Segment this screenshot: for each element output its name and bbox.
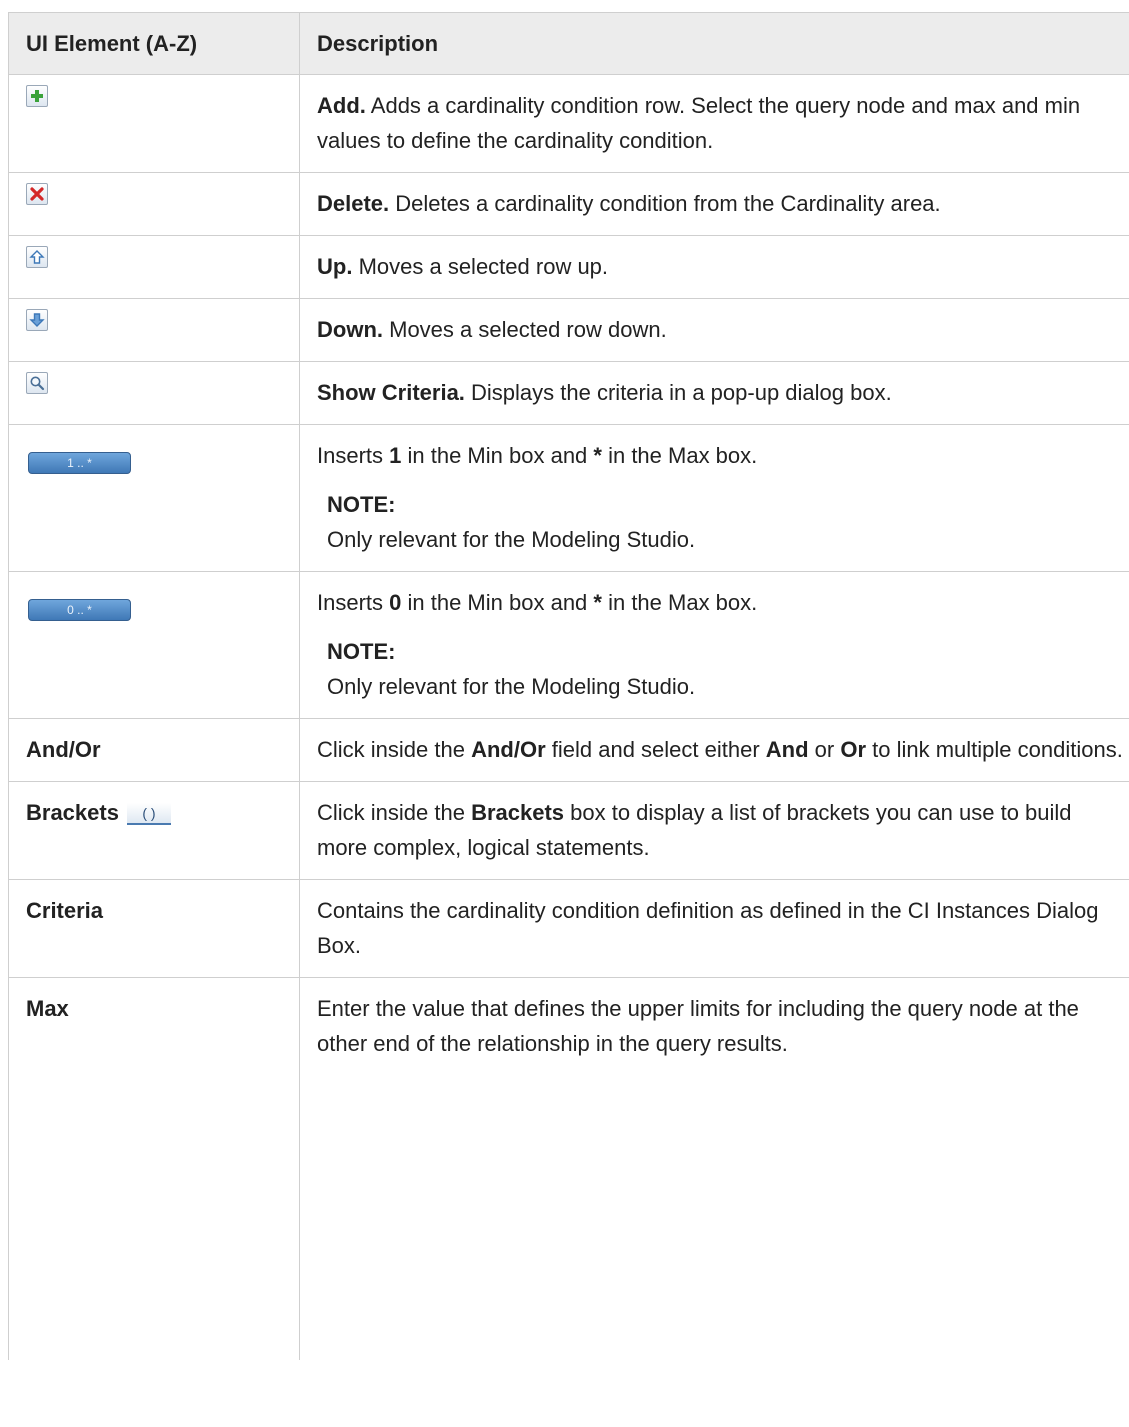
ui-elements-table: UI Element (A-Z) Description Add. Adds a… [8, 12, 1129, 1360]
delete-x-icon[interactable] [26, 183, 48, 205]
table-row: Up. Moves a selected row up. [8, 235, 1129, 299]
text-part: in the Max box. [601, 590, 758, 615]
arrow-up-icon[interactable] [26, 246, 48, 268]
row-title: Down. [317, 317, 383, 342]
brackets-button[interactable]: ( ) [126, 803, 171, 825]
description-cell: Add. Adds a cardinality condition row. S… [299, 74, 1129, 173]
bold-value: And [765, 737, 809, 762]
description-cell: Up. Moves a selected row up. [299, 235, 1129, 299]
table-row: Add. Adds a cardinality condition row. S… [8, 74, 1129, 173]
description-cell: Enter the value that defines the upper l… [299, 977, 1129, 1360]
description-cell: Contains the cardinality condition defin… [299, 879, 1129, 978]
text-part: field and select either [545, 737, 766, 762]
description-cell: Down. Moves a selected row down. [299, 298, 1129, 362]
header-ui-element: UI Element (A-Z) [8, 12, 300, 75]
magnifier-icon[interactable] [26, 372, 48, 394]
description-cell: Delete. Deletes a cardinality condition … [299, 172, 1129, 236]
ui-element-cell [8, 74, 300, 173]
element-label: Criteria [26, 898, 104, 923]
table-row: Down. Moves a selected row down. [8, 298, 1129, 362]
arrow-down-icon[interactable] [26, 309, 48, 331]
description-cell: Click inside the And/Or field and select… [299, 718, 1129, 782]
table-row: And/Or Click inside the And/Or field and… [8, 718, 1129, 782]
table-row: Criteria Contains the cardinality condit… [8, 879, 1129, 978]
row-text: Deletes a cardinality condition from the… [389, 191, 941, 216]
bold-value: 1 [389, 443, 402, 468]
text-part: in the Min box and [401, 443, 594, 468]
row-text: Adds a cardinality condition row. Select… [317, 93, 1081, 153]
bold-value: * [593, 443, 602, 468]
ui-element-cell: And/Or [8, 718, 300, 782]
ui-element-cell: Max [8, 977, 300, 1360]
ui-element-cell [8, 172, 300, 236]
note-text: Only relevant for the Modeling Studio. [327, 674, 696, 699]
note-text: Only relevant for the Modeling Studio. [327, 527, 696, 552]
bold-value: And/Or [471, 737, 546, 762]
bold-value: 0 [389, 590, 402, 615]
table-row: Max Enter the value that defines the upp… [8, 977, 1129, 1360]
row-text: Contains the cardinality condition defin… [317, 898, 1099, 958]
row-title: Add. [317, 93, 366, 118]
add-plus-icon[interactable] [26, 85, 48, 107]
description-cell: Click inside the Brackets box to display… [299, 781, 1129, 880]
row-text: Moves a selected row down. [383, 317, 667, 342]
ui-element-cell [8, 361, 300, 425]
text-part: in the Max box. [601, 443, 758, 468]
row-title: Delete. [317, 191, 390, 216]
row-title: Up. [317, 254, 353, 279]
ui-element-cell: 1 .. * [8, 424, 300, 572]
text-part: Click inside the [317, 737, 472, 762]
description-cell: Inserts 1 in the Min box and * in the Ma… [299, 424, 1129, 572]
text-part: Inserts [317, 590, 390, 615]
one-to-many-button[interactable]: 1 .. * [28, 452, 131, 474]
row-text: Displays the criteria in a pop-up dialog… [464, 380, 892, 405]
ui-element-cell [8, 235, 300, 299]
row-text: Enter the value that defines the upper l… [317, 996, 1079, 1056]
ui-element-cell: Criteria [8, 879, 300, 978]
text-part: in the Min box and [401, 590, 594, 615]
element-label: Max [26, 996, 69, 1021]
zero-to-many-button[interactable]: 0 .. * [28, 599, 131, 621]
bold-value: * [593, 590, 602, 615]
row-text: Inserts 0 in the Min box and * in the Ma… [317, 585, 1124, 620]
header-description: Description [299, 12, 1129, 75]
element-label: Brackets [26, 800, 119, 825]
note-title: NOTE: [327, 492, 396, 517]
ui-element-cell [8, 298, 300, 362]
text-part: or [808, 737, 841, 762]
note-title: NOTE: [327, 639, 396, 664]
table-row: Delete. Deletes a cardinality condition … [8, 172, 1129, 236]
bold-value: Brackets [471, 800, 565, 825]
text-part: Inserts [317, 443, 390, 468]
bold-value: Or [840, 737, 867, 762]
row-text: Moves a selected row up. [352, 254, 609, 279]
element-label: And/Or [26, 737, 101, 762]
ui-element-cell: Brackets ( ) [8, 781, 300, 880]
table-row: 1 .. * Inserts 1 in the Min box and * in… [8, 424, 1129, 572]
table-header-row: UI Element (A-Z) Description [8, 12, 1129, 75]
row-text: Inserts 1 in the Min box and * in the Ma… [317, 438, 1124, 473]
row-title: Show Criteria. [317, 380, 465, 405]
description-cell: Show Criteria. Displays the criteria in … [299, 361, 1129, 425]
ui-element-cell: 0 .. * [8, 571, 300, 719]
description-cell: Inserts 0 in the Min box and * in the Ma… [299, 571, 1129, 719]
table-row: Show Criteria. Displays the criteria in … [8, 361, 1129, 425]
text-part: Click inside the [317, 800, 472, 825]
table-row: Brackets ( ) Click inside the Brackets bo… [8, 781, 1129, 880]
table-row: 0 .. * Inserts 0 in the Min box and * in… [8, 571, 1129, 719]
text-part: to link multiple conditions. [866, 737, 1123, 762]
